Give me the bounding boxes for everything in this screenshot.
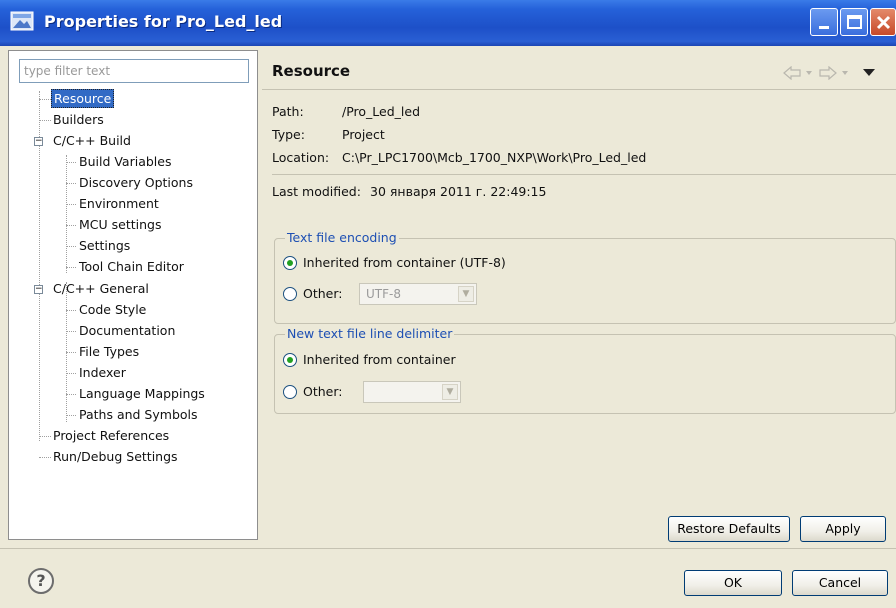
tree-item-language-mappings[interactable]: Language Mappings: [79, 384, 205, 404]
tree-item-tool-chain-editor[interactable]: Tool Chain Editor: [79, 257, 184, 277]
minimize-icon: [819, 26, 829, 29]
tree-item-label: Discovery Options: [79, 175, 193, 190]
tree-item-label: MCU settings: [79, 217, 162, 232]
tree-item-label: Indexer: [79, 365, 126, 380]
last-modified-label: Last modified:: [272, 184, 361, 199]
encoding-inherited-label: Inherited from container (UTF-8): [303, 255, 506, 270]
tree-item-discovery-options[interactable]: Discovery Options: [79, 173, 193, 193]
collapse-icon[interactable]: −: [34, 285, 43, 294]
close-icon: [876, 15, 891, 30]
delimiter-other-combo[interactable]: ▼: [363, 381, 461, 403]
chevron-down-icon: ▼: [442, 384, 458, 400]
location-row: Location: C:\Pr_LPC1700\Mcb_1700_NXP\Wor…: [272, 150, 646, 165]
tree-item-documentation[interactable]: Documentation: [79, 321, 175, 341]
path-label: Path:: [272, 104, 304, 119]
type-label: Type:: [272, 127, 305, 142]
back-arrow-icon[interactable]: [782, 66, 816, 80]
collapse-icon[interactable]: −: [34, 137, 43, 146]
tree-item-label: C/C++ General: [53, 281, 149, 296]
tree-item-builders[interactable]: Builders: [53, 110, 104, 130]
tree-item-environment[interactable]: Environment: [79, 194, 159, 214]
tree-item-label: Resource: [51, 89, 115, 108]
tree-item-settings[interactable]: Settings: [79, 236, 130, 256]
path-value: /Pro_Led_led: [342, 104, 421, 119]
tree-item-code-style[interactable]: Code Style: [79, 300, 146, 320]
tree-item-label: C/C++ Build: [53, 133, 131, 148]
tree-item-build-variables[interactable]: Build Variables: [79, 152, 171, 172]
encoding-other-radio[interactable]: [283, 287, 297, 301]
tree-item-label: Language Mappings: [79, 386, 205, 401]
property-page: Resource Path: /Pro_Led_led Type: Projec…: [262, 50, 896, 542]
tree-item-project-references[interactable]: Project References: [53, 426, 169, 446]
forward-arrow-icon[interactable]: [818, 66, 852, 80]
tree-item-label: File Types: [79, 344, 140, 359]
tree-item-label: Settings: [79, 238, 131, 253]
tree-item-resource[interactable]: Resource: [51, 89, 115, 109]
line-delimiter-title: New text file line delimiter: [285, 326, 455, 341]
tree-item-label: Code Style: [79, 302, 147, 317]
encoding-other-label: Other:: [303, 286, 343, 301]
page-header: Resource: [262, 50, 896, 90]
tree-item-label: Paths and Symbols: [79, 407, 198, 422]
delimiter-other-label: Other:: [303, 384, 343, 399]
apply-button[interactable]: Apply: [800, 516, 886, 542]
window-title: Properties for Pro_Led_led: [44, 12, 283, 31]
tree-item-label: Environment: [79, 196, 159, 211]
cancel-button[interactable]: Cancel: [792, 570, 888, 596]
last-modified-row: Last modified: 30 января 2011 г. 22:49:1…: [272, 184, 546, 199]
text-encoding-title: Text file encoding: [285, 230, 399, 245]
tree-item-paths-and-symbols[interactable]: Paths and Symbols: [79, 405, 198, 425]
page-title: Resource: [272, 62, 351, 80]
view-menu-icon[interactable]: [862, 68, 876, 78]
property-tree-panel: Resource Builders − C/C++ Build Build Va…: [8, 50, 258, 540]
help-icon[interactable]: ?: [28, 568, 54, 594]
maximize-icon: [847, 15, 862, 29]
chevron-down-icon: ▼: [458, 286, 474, 302]
encoding-other-combo[interactable]: UTF-8 ▼: [359, 283, 477, 305]
tree-item-file-types[interactable]: File Types: [79, 342, 139, 362]
tree-item-cpp-build[interactable]: C/C++ Build: [53, 131, 131, 151]
tree-item-label: Build Variables: [79, 154, 172, 169]
tree-item-cpp-general[interactable]: C/C++ General: [53, 279, 149, 299]
location-value: C:\Pr_LPC1700\Mcb_1700_NXP\Work\Pro_Led_…: [342, 150, 647, 165]
app-icon: [10, 11, 34, 31]
tree-item-run-debug-settings[interactable]: Run/Debug Settings: [53, 447, 178, 467]
encoding-combo-value: UTF-8: [366, 287, 401, 301]
type-value: Project: [342, 127, 385, 142]
tree-item-label: Tool Chain Editor: [79, 259, 184, 274]
delimiter-inherited-label: Inherited from container: [303, 352, 456, 367]
tree-item-label: Run/Debug Settings: [53, 449, 178, 464]
type-row: Type: Project: [272, 127, 385, 142]
path-row: Path: /Pro_Led_led: [272, 104, 420, 119]
text-encoding-group: Text file encoding Inherited from contai…: [274, 230, 896, 324]
tree-item-indexer[interactable]: Indexer: [79, 363, 126, 383]
tree-item-label: Documentation: [79, 323, 176, 338]
delimiter-inherited-radio[interactable]: [283, 353, 297, 367]
tree-item-mcu-settings[interactable]: MCU settings: [79, 215, 161, 235]
minimize-button[interactable]: [810, 8, 838, 36]
ok-button[interactable]: OK: [684, 570, 782, 596]
properties-dialog: Properties for Pro_Led_led type filter t…: [0, 0, 896, 608]
location-label: Location:: [272, 150, 330, 165]
encoding-inherited-radio[interactable]: [283, 256, 297, 270]
last-modified-value: 30 января 2011 г. 22:49:15: [370, 184, 547, 199]
close-button[interactable]: [870, 8, 896, 36]
tree-item-label: Project References: [53, 428, 170, 443]
tree-item-label: Builders: [53, 112, 104, 127]
filter-input[interactable]: [19, 59, 249, 83]
restore-defaults-button[interactable]: Restore Defaults: [668, 516, 790, 542]
title-bar: Properties for Pro_Led_led: [0, 0, 896, 46]
maximize-button[interactable]: [840, 8, 868, 36]
line-delimiter-group: New text file line delimiter Inherited f…: [274, 326, 896, 414]
delimiter-other-radio[interactable]: [283, 385, 297, 399]
